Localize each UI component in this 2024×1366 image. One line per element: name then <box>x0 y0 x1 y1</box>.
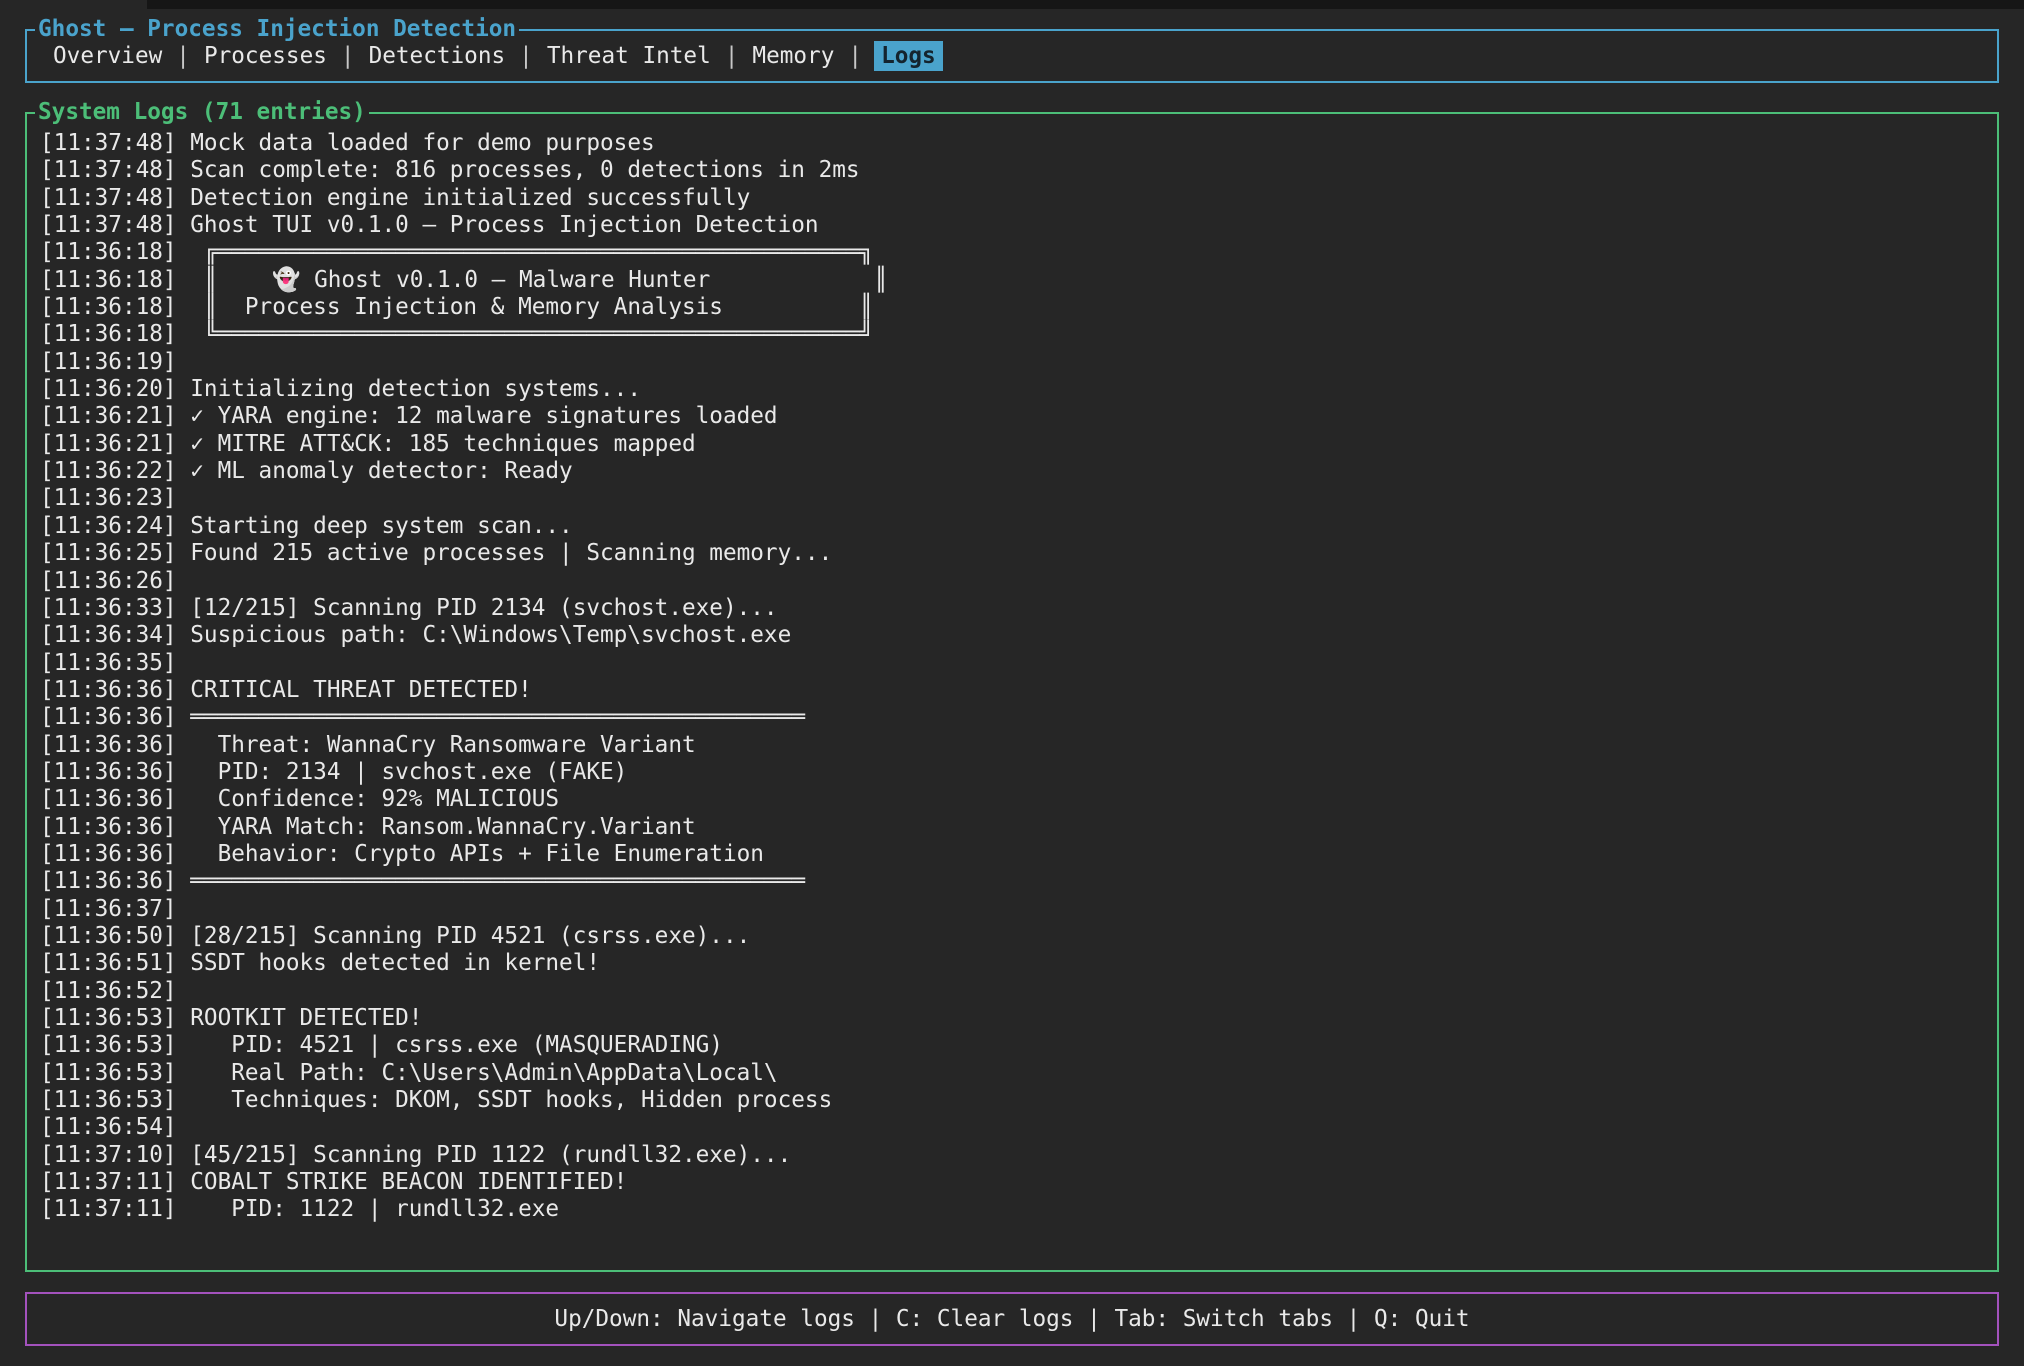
window-top-edge <box>147 0 2024 9</box>
log-line: [11:36:33] [12/215] Scanning PID 2134 (s… <box>40 595 1989 622</box>
tab-threat-intel[interactable]: Threat Intel <box>545 41 713 71</box>
tab-separator: | <box>848 43 862 69</box>
log-line: [11:36:50] [28/215] Scanning PID 4521 (c… <box>40 923 1989 950</box>
log-line: [11:36:53] PID: 4521 | csrss.exe (MASQUE… <box>40 1032 1989 1059</box>
log-line: [11:36:36] ═════════════════════════════… <box>40 704 1989 731</box>
log-line: [11:36:53] Techniques: DKOM, SSDT hooks,… <box>40 1087 1989 1114</box>
log-line: [11:37:48] Detection engine initialized … <box>40 185 1989 212</box>
log-line: [11:36:18] ╔════════════════════════════… <box>40 239 1989 266</box>
log-line: [11:36:36] CRITICAL THREAT DETECTED! <box>40 677 1989 704</box>
tab-logs-active[interactable]: Logs <box>874 41 943 71</box>
log-line: [11:36:18] ╚════════════════════════════… <box>40 321 1989 348</box>
system-logs-panel: System Logs (71 entries) [11:37:48] Mock… <box>25 112 1999 1272</box>
log-line: [11:37:11] COBALT STRIKE BEACON IDENTIFI… <box>40 1169 1989 1196</box>
status-bar: Up/Down: Navigate logs | C: Clear logs |… <box>25 1292 1999 1346</box>
log-line: [11:36:52] <box>40 978 1989 1005</box>
log-line: [11:37:48] Scan complete: 816 processes,… <box>40 157 1989 184</box>
log-line: [11:36:54] <box>40 1114 1989 1141</box>
log-line: [11:36:36] Confidence: 92% MALICIOUS <box>40 786 1989 813</box>
log-line: [11:36:53] Real Path: C:\Users\Admin\App… <box>40 1060 1989 1087</box>
log-line: [11:36:51] SSDT hooks detected in kernel… <box>40 950 1989 977</box>
log-line: [11:36:35] <box>40 650 1989 677</box>
tab-memory[interactable]: Memory <box>750 41 836 71</box>
log-line: [11:36:23] <box>40 485 1989 512</box>
log-line: [11:36:53] ROOTKIT DETECTED! <box>40 1005 1989 1032</box>
log-line: [11:36:37] <box>40 896 1989 923</box>
log-line: [11:36:36] Threat: WannaCry Ransomware V… <box>40 732 1989 759</box>
log-line: [11:37:11] PID: 1122 | rundll32.exe <box>40 1196 1989 1223</box>
log-list[interactable]: [11:37:48] Mock data loaded for demo pur… <box>27 114 1997 1270</box>
header-panel: Ghost — Process Injection Detection Over… <box>25 29 1999 83</box>
keybinding-help-text: Up/Down: Navigate logs | C: Clear logs |… <box>27 1294 1997 1344</box>
tab-separator: | <box>341 43 355 69</box>
tab-detections[interactable]: Detections <box>367 41 508 71</box>
log-line: [11:37:48] Ghost TUI v0.1.0 — Process In… <box>40 212 1989 239</box>
log-line: [11:36:20] Initializing detection system… <box>40 376 1989 403</box>
terminal-screen: { "window": { "title": "Ghost — Process … <box>0 0 2024 1366</box>
log-line: [11:36:34] Suspicious path: C:\Windows\T… <box>40 622 1989 649</box>
log-line: [11:36:22] ✓ ML anomaly detector: Ready <box>40 458 1989 485</box>
tab-bar: Overview | Processes | Detections | Thre… <box>27 31 1997 81</box>
log-line: [11:36:26] <box>40 568 1989 595</box>
tab-separator: | <box>725 43 739 69</box>
log-line: [11:37:48] Mock data loaded for demo pur… <box>40 130 1989 157</box>
tab-separator: | <box>519 43 533 69</box>
log-line: [11:36:36] YARA Match: Ransom.WannaCry.V… <box>40 814 1989 841</box>
log-line: [11:36:36] PID: 2134 | svchost.exe (FAKE… <box>40 759 1989 786</box>
log-line: [11:36:36] Behavior: Crypto APIs + File … <box>40 841 1989 868</box>
log-line: [11:36:21] ✓ MITRE ATT&CK: 185 technique… <box>40 431 1989 458</box>
log-line: [11:36:36] ═════════════════════════════… <box>40 868 1989 895</box>
log-line: [11:36:21] ✓ YARA engine: 12 malware sig… <box>40 403 1989 430</box>
tab-processes[interactable]: Processes <box>202 41 329 71</box>
log-line: [11:36:25] Found 215 active processes | … <box>40 540 1989 567</box>
log-line: [11:37:10] [45/215] Scanning PID 1122 (r… <box>40 1142 1989 1169</box>
log-line: [11:36:18] ║ Process Injection & Memory … <box>40 294 1989 321</box>
log-line: [11:36:24] Starting deep system scan... <box>40 513 1989 540</box>
log-line: [11:36:18] ║ 👻 Ghost v0.1.0 — Malware Hu… <box>40 267 1989 294</box>
tab-separator: | <box>176 43 190 69</box>
log-line: [11:36:19] <box>40 349 1989 376</box>
tab-overview[interactable]: Overview <box>51 41 164 71</box>
